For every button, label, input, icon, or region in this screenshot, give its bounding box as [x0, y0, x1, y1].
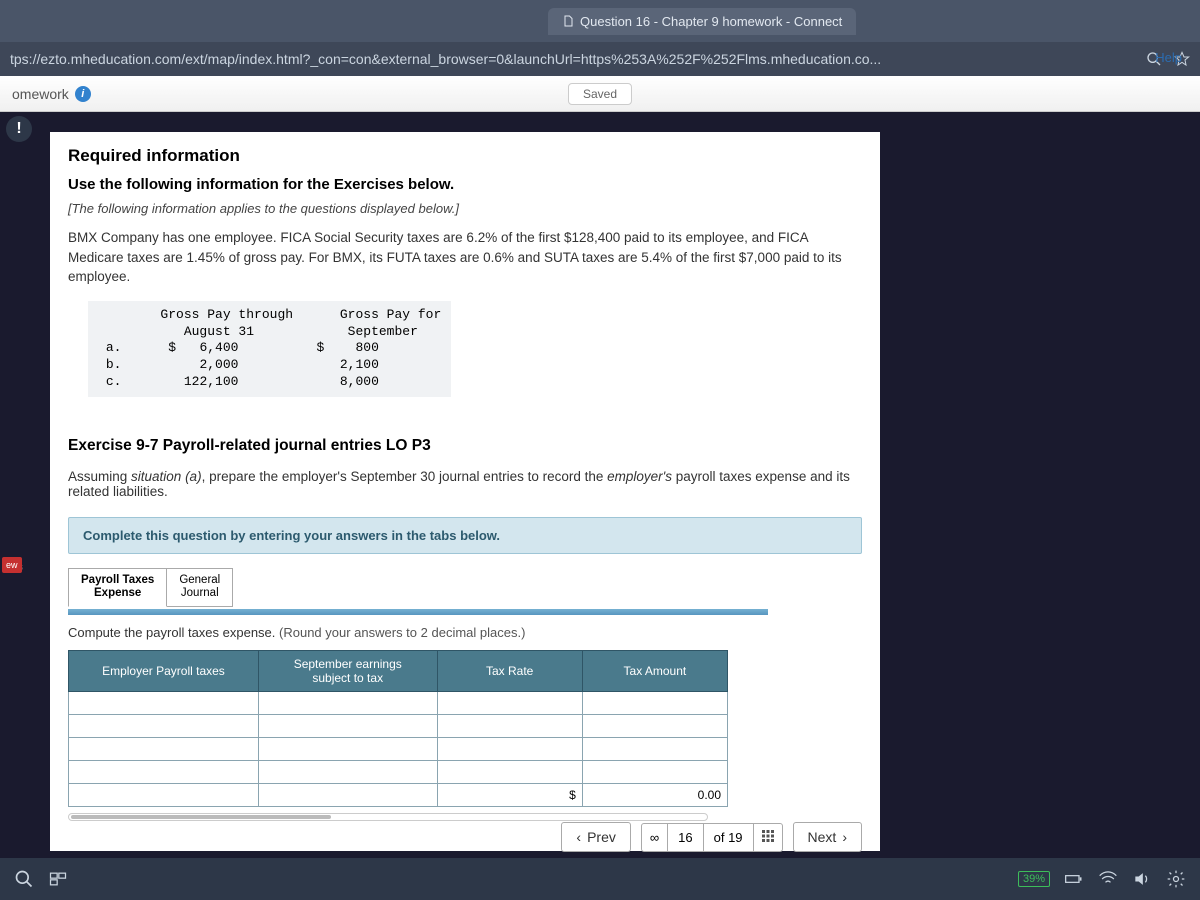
cell-input[interactable]	[438, 692, 582, 714]
pay-table: Gross Pay through Gross Pay for August 3…	[88, 301, 451, 397]
col-september-earnings: September earnings subject to tax	[258, 650, 437, 691]
compute-instruction: Compute the payroll taxes expense. (Roun…	[68, 625, 862, 640]
chevron-right-icon: ›	[842, 829, 847, 845]
battery-icon[interactable]	[1064, 869, 1084, 889]
cell-input[interactable]	[69, 715, 258, 737]
page-number[interactable]: 16	[668, 824, 703, 851]
use-heading: Use the following information for the Ex…	[68, 176, 862, 193]
link-icon: ∞	[642, 824, 668, 851]
page-of: of 19	[704, 824, 753, 851]
table-row	[69, 714, 728, 737]
rail-bottom-badge: ew	[2, 557, 22, 573]
required-heading: Required information	[68, 146, 862, 166]
cell-input[interactable]	[259, 738, 437, 760]
cell-input[interactable]	[583, 692, 727, 714]
breadcrumb-text: omework	[12, 86, 69, 102]
left-rail: ! nces ew	[2, 112, 36, 573]
cell-input[interactable]	[583, 738, 727, 760]
chevron-left-icon: ‹	[576, 829, 581, 845]
cell-input[interactable]	[259, 761, 437, 783]
cell-input[interactable]	[583, 715, 727, 737]
task-view-icon[interactable]	[48, 869, 68, 889]
col-tax-rate: Tax Rate	[437, 650, 582, 691]
tab-payroll-taxes-expense[interactable]: Payroll Taxes Expense	[68, 568, 167, 606]
col-tax-amount: Tax Amount	[582, 650, 727, 691]
answer-tabs: Payroll Taxes Expense General Journal	[68, 568, 862, 606]
prev-button[interactable]: ‹ Prev	[561, 822, 630, 852]
tab-underline	[68, 609, 768, 615]
app-header: omework i Saved	[0, 76, 1200, 112]
cell-input[interactable]	[69, 738, 258, 760]
next-button[interactable]: Next ›	[793, 822, 862, 852]
cell-input[interactable]	[438, 738, 582, 760]
sum-currency: $	[437, 783, 582, 806]
wifi-icon[interactable]	[1098, 869, 1118, 889]
cell-input[interactable]	[583, 761, 727, 783]
tab-general-journal[interactable]: General Journal	[167, 568, 233, 606]
table-row	[69, 760, 728, 783]
cell-input[interactable]	[259, 715, 437, 737]
page-icon	[562, 15, 574, 27]
cell-input[interactable]	[438, 761, 582, 783]
table-row	[69, 737, 728, 760]
cell-input[interactable]	[69, 692, 258, 714]
saved-badge: Saved	[568, 83, 632, 105]
warning-badge[interactable]: !	[6, 116, 32, 142]
exercise-intro: Assuming situation (a), prepare the empl…	[68, 469, 862, 499]
breadcrumb[interactable]: omework i	[12, 86, 91, 102]
payroll-taxes-table: Employer Payroll taxes September earning…	[68, 650, 728, 807]
browser-tab-bar: Question 16 - Chapter 9 homework - Conne…	[0, 0, 1200, 42]
url-text[interactable]: tps://ezto.mheducation.com/ext/map/index…	[10, 51, 1146, 67]
col-employer-payroll-taxes: Employer Payroll taxes	[69, 650, 259, 691]
taskbar: 39%	[0, 858, 1200, 900]
company-text: BMX Company has one employee. FICA Socia…	[68, 228, 862, 287]
address-bar: tps://ezto.mheducation.com/ext/map/index…	[0, 42, 1200, 76]
page-indicator: ∞ 16 of 19	[641, 823, 783, 852]
settings-icon[interactable]	[1166, 869, 1186, 889]
battery-indicator: 39%	[1018, 871, 1050, 887]
table-row	[69, 691, 728, 714]
search-icon[interactable]	[14, 869, 34, 889]
applies-note: [The following information applies to th…	[68, 201, 862, 216]
pt-h1	[98, 307, 160, 322]
sum-value: 0.00	[582, 783, 727, 806]
exercise-title: Exercise 9-7 Payroll-related journal ent…	[68, 437, 862, 455]
question-nav: ‹ Prev ∞ 16 of 19 Next ›	[50, 810, 880, 852]
cell-input[interactable]	[69, 761, 258, 783]
hint-bar: Complete this question by entering your …	[68, 517, 862, 554]
table-sum-row: $ 0.00	[69, 783, 728, 806]
question-card: Required information Use the following i…	[50, 132, 880, 851]
help-link[interactable]: Help	[1155, 50, 1182, 65]
browser-tab[interactable]: Question 16 - Chapter 9 homework - Conne…	[548, 8, 856, 35]
info-icon[interactable]: i	[75, 86, 91, 102]
grid-icon[interactable]	[753, 824, 782, 851]
volume-icon[interactable]	[1132, 869, 1152, 889]
cell-input[interactable]	[259, 692, 437, 714]
cell-input[interactable]	[438, 715, 582, 737]
main-area: ! nces ew Required information Use the f…	[0, 112, 1200, 900]
tab-title: Question 16 - Chapter 9 homework - Conne…	[580, 14, 842, 29]
